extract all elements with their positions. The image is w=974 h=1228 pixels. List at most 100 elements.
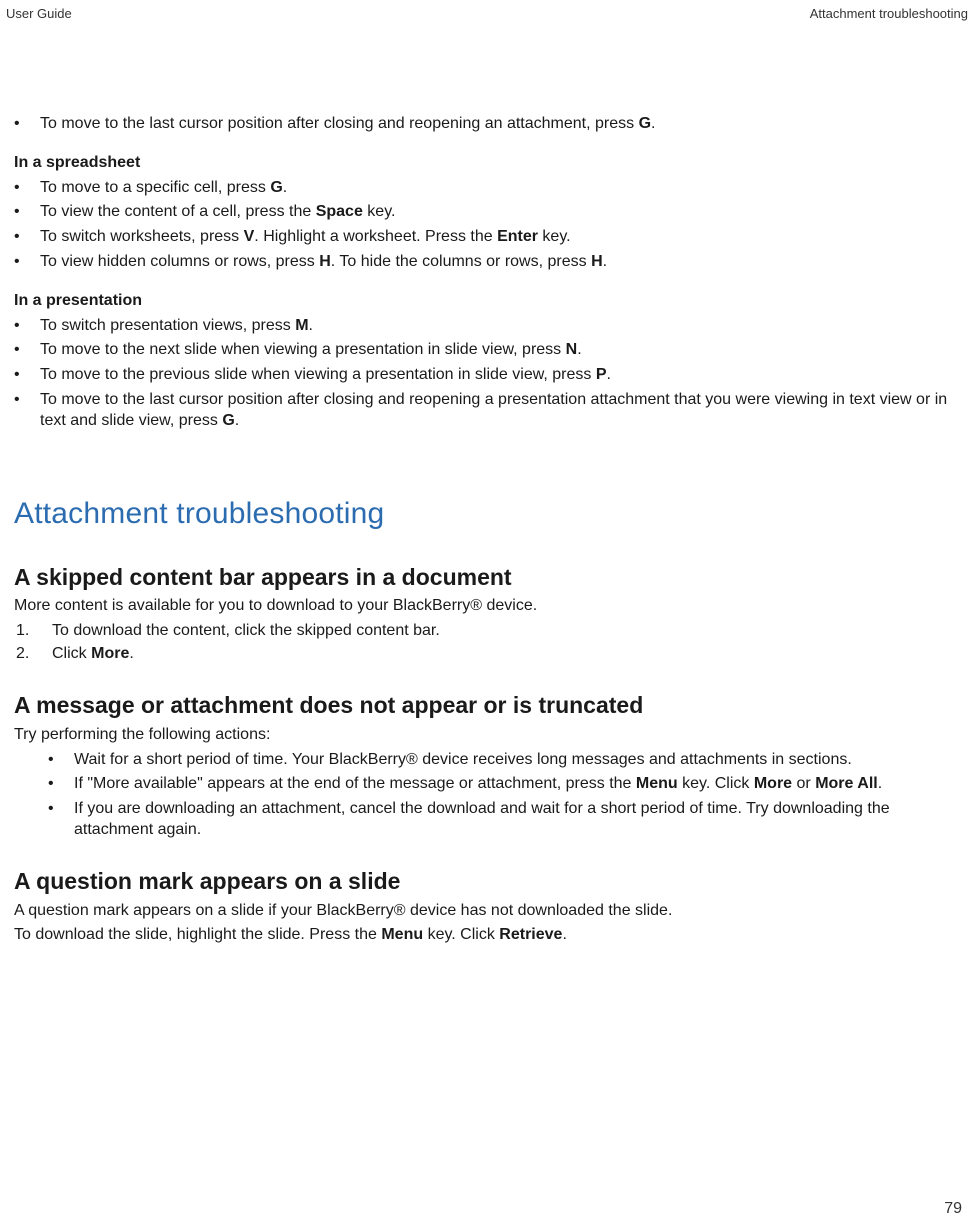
list-item-text: To move to the previous slide when viewi… (40, 365, 970, 386)
list-item-text: To switch presentation views, press M. (40, 316, 970, 337)
text: key. (538, 228, 571, 245)
bullet-icon: • (48, 799, 74, 820)
list-item: • To move to the last cursor position af… (14, 390, 970, 432)
text: . (603, 253, 607, 270)
text: To view the content of a cell, press the (40, 203, 316, 220)
text: . (878, 775, 882, 792)
topic-heading-truncated: A message or attachment does not appear … (14, 691, 970, 721)
key-label: More (754, 775, 792, 792)
text: . To hide the columns or rows, press (331, 253, 591, 270)
text: To move to the last cursor position afte… (40, 115, 639, 132)
text: To download the slide, highlight the sli… (14, 926, 381, 943)
key-label: Menu (381, 926, 423, 943)
topic-heading-question-mark: A question mark appears on a slide (14, 867, 970, 897)
list-item: • To view hidden columns or rows, press … (14, 252, 970, 273)
text: or (792, 775, 815, 792)
key-label: Enter (497, 228, 538, 245)
header-left: User Guide (6, 6, 72, 21)
header-right: Attachment troubleshooting (810, 6, 968, 21)
text: . (562, 926, 566, 943)
subheading-presentation: In a presentation (14, 291, 970, 312)
text: . (283, 179, 287, 196)
list-item-text: To view the content of a cell, press the… (40, 202, 970, 223)
text: . (235, 412, 239, 429)
key-label: G (270, 179, 282, 196)
key-label: M (295, 317, 308, 334)
list-item: • To move to the next slide when viewing… (14, 340, 970, 361)
content-area: • To move to the last cursor position af… (14, 110, 970, 950)
bullet-icon: • (14, 227, 40, 248)
list-item: • To move to the previous slide when vie… (14, 365, 970, 386)
list-item-text: If you are downloading an attachment, ca… (74, 799, 970, 841)
key-label: Space (316, 203, 363, 220)
subheading-spreadsheet: In a spreadsheet (14, 153, 970, 174)
text: To move to the previous slide when viewi… (40, 366, 596, 383)
list-item: • To move to a specific cell, press G. (14, 178, 970, 199)
text: To move to the last cursor position afte… (40, 391, 947, 429)
text: To switch worksheets, press (40, 228, 244, 245)
key-label: V (244, 228, 255, 245)
page-number: 79 (944, 1200, 962, 1218)
text: . (651, 115, 655, 132)
text: key. Click (423, 926, 499, 943)
text: To move to a specific cell, press (40, 179, 270, 196)
bullet-icon: • (14, 340, 40, 361)
key-label: Retrieve (499, 926, 562, 943)
key-label: P (596, 366, 607, 383)
topic-heading-skipped-content: A skipped content bar appears in a docum… (14, 563, 970, 593)
key-label: H (591, 253, 603, 270)
key-label: G (639, 115, 651, 132)
list-item-text: To download the content, click the skipp… (52, 621, 970, 642)
paragraph: More content is available for you to dow… (14, 596, 970, 617)
list-item: • If you are downloading an attachment, … (48, 799, 970, 841)
list-item-text: To move to the last cursor position afte… (40, 390, 970, 432)
paragraph: A question mark appears on a slide if yo… (14, 901, 970, 922)
bullet-icon: • (14, 365, 40, 386)
ordered-list-item: 1. To download the content, click the sk… (14, 621, 970, 642)
list-item-text: To view hidden columns or rows, press H.… (40, 252, 970, 273)
bullet-icon: • (14, 252, 40, 273)
text: . (607, 366, 611, 383)
list-item-text: To move to a specific cell, press G. (40, 178, 970, 199)
nested-list: • Wait for a short period of time. Your … (48, 750, 970, 841)
list-item-text: To move to the last cursor position afte… (40, 114, 970, 135)
bullet-icon: • (14, 202, 40, 223)
key-label: More All (815, 775, 878, 792)
list-number: 1. (14, 621, 52, 642)
bullet-icon: • (14, 390, 40, 411)
text: Click (52, 645, 91, 662)
section-heading: Attachment troubleshooting (14, 494, 970, 533)
page: User Guide Attachment troubleshooting • … (0, 0, 974, 1228)
list-item: • Wait for a short period of time. Your … (48, 750, 970, 771)
key-label: More (91, 645, 129, 662)
list-item-text: To switch worksheets, press V. Highlight… (40, 227, 970, 248)
bullet-icon: • (14, 178, 40, 199)
list-number: 2. (14, 644, 52, 665)
bullet-icon: • (14, 316, 40, 337)
text: To switch presentation views, press (40, 317, 295, 334)
list-item-text: Click More. (52, 644, 970, 665)
key-label: G (222, 412, 234, 429)
list-item: • If "More available" appears at the end… (48, 774, 970, 795)
list-item-text: If "More available" appears at the end o… (74, 774, 970, 795)
text: To view hidden columns or rows, press (40, 253, 319, 270)
list-item-text: To move to the next slide when viewing a… (40, 340, 970, 361)
list-item: • To switch worksheets, press V. Highlig… (14, 227, 970, 248)
text: key. (363, 203, 396, 220)
ordered-list-item: 2. Click More. (14, 644, 970, 665)
paragraph: Try performing the following actions: (14, 725, 970, 746)
bullet-icon: • (48, 774, 74, 795)
text: . Highlight a worksheet. Press the (254, 228, 497, 245)
list-item-text: Wait for a short period of time. Your Bl… (74, 750, 970, 771)
paragraph: To download the slide, highlight the sli… (14, 925, 970, 946)
text: . (577, 341, 581, 358)
text: If "More available" appears at the end o… (74, 775, 636, 792)
text: To move to the next slide when viewing a… (40, 341, 566, 358)
bullet-icon: • (48, 750, 74, 771)
key-label: N (566, 341, 578, 358)
list-item: • To view the content of a cell, press t… (14, 202, 970, 223)
list-item: • To move to the last cursor position af… (14, 114, 970, 135)
text: key. Click (678, 775, 754, 792)
bullet-icon: • (14, 114, 40, 135)
key-label: Menu (636, 775, 678, 792)
